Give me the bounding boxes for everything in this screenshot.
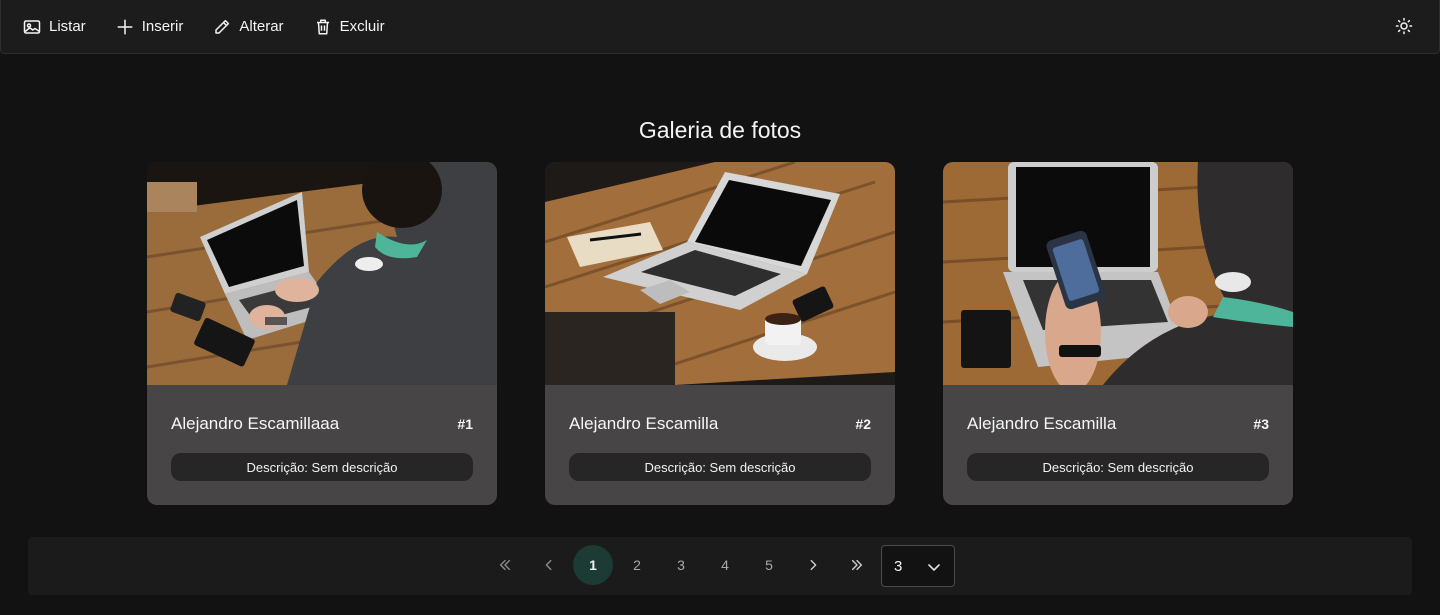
previous-page-button[interactable] xyxy=(529,545,569,585)
next-page-button[interactable] xyxy=(793,545,833,585)
sun-icon xyxy=(1395,17,1413,35)
page-button-1[interactable]: 1 xyxy=(573,545,613,585)
photo-card-1[interactable]: Alejandro Escamillaaa #1 Descrição: Sem … xyxy=(147,162,497,505)
page-size-select[interactable]: 3 xyxy=(881,545,955,587)
card-description: Descrição: Sem descrição xyxy=(569,453,871,481)
theme-toggle-button[interactable] xyxy=(1393,15,1415,37)
photo-card-3[interactable]: Alejandro Escamilla #3 Descrição: Sem de… xyxy=(943,162,1293,505)
card-author: Alejandro Escamillaaa xyxy=(171,414,340,433)
top-navbar: Listar Inserir Alterar Excluir xyxy=(0,0,1440,54)
photo-laptop-with-coffee-and-notebook xyxy=(545,162,895,385)
chevron-down-icon xyxy=(928,564,940,571)
card-description: Descrição: Sem descrição xyxy=(967,453,1269,481)
chevron-right-icon xyxy=(810,559,817,571)
card-author: Alejandro Escamilla xyxy=(569,414,719,433)
chevron-left-icon xyxy=(545,559,552,571)
trash-icon xyxy=(316,19,329,34)
pencil-icon xyxy=(215,19,230,34)
card-description: Descrição: Sem descrição xyxy=(171,453,473,481)
photo-card-2[interactable]: Alejandro Escamilla #2 Descrição: Sem de… xyxy=(545,162,895,505)
plus-icon xyxy=(117,19,133,34)
edit-nav-label: Alterar xyxy=(239,18,284,35)
double-chevron-left-icon xyxy=(499,559,511,571)
insert-nav-label: Inserir xyxy=(141,18,184,35)
delete-nav-item[interactable]: Excluir xyxy=(314,9,385,45)
list-nav-label: Listar xyxy=(49,18,86,35)
page-title: Galeria de fotos xyxy=(638,117,802,143)
page-button-4[interactable]: 4 xyxy=(705,545,745,585)
card-header: Alejandro Escamillaaa #1 xyxy=(171,414,473,434)
photo-man-typing-on-laptop xyxy=(147,162,497,385)
card-author: Alejandro Escamilla xyxy=(967,414,1117,433)
card-id: #2 xyxy=(855,416,871,432)
card-id: #3 xyxy=(1253,416,1269,432)
edit-nav-item[interactable]: Alterar xyxy=(213,9,284,45)
card-id: #1 xyxy=(457,416,473,432)
last-page-button[interactable] xyxy=(837,545,877,585)
page-size-value: 3 xyxy=(894,557,903,575)
insert-nav-item[interactable]: Inserir xyxy=(116,9,184,45)
delete-nav-label: Excluir xyxy=(339,18,385,35)
image-gallery-icon xyxy=(23,19,41,34)
card-header: Alejandro Escamilla #3 xyxy=(967,414,1269,434)
first-page-button[interactable] xyxy=(485,545,525,585)
photo-man-holding-phone-by-laptop xyxy=(943,162,1293,385)
page-button-5[interactable]: 5 xyxy=(749,545,789,585)
page-button-2[interactable]: 2 xyxy=(617,545,657,585)
list-nav-item[interactable]: Listar xyxy=(23,9,86,45)
double-chevron-right-icon xyxy=(851,559,863,571)
card-header: Alejandro Escamilla #2 xyxy=(569,414,871,434)
page-button-3[interactable]: 3 xyxy=(661,545,701,585)
